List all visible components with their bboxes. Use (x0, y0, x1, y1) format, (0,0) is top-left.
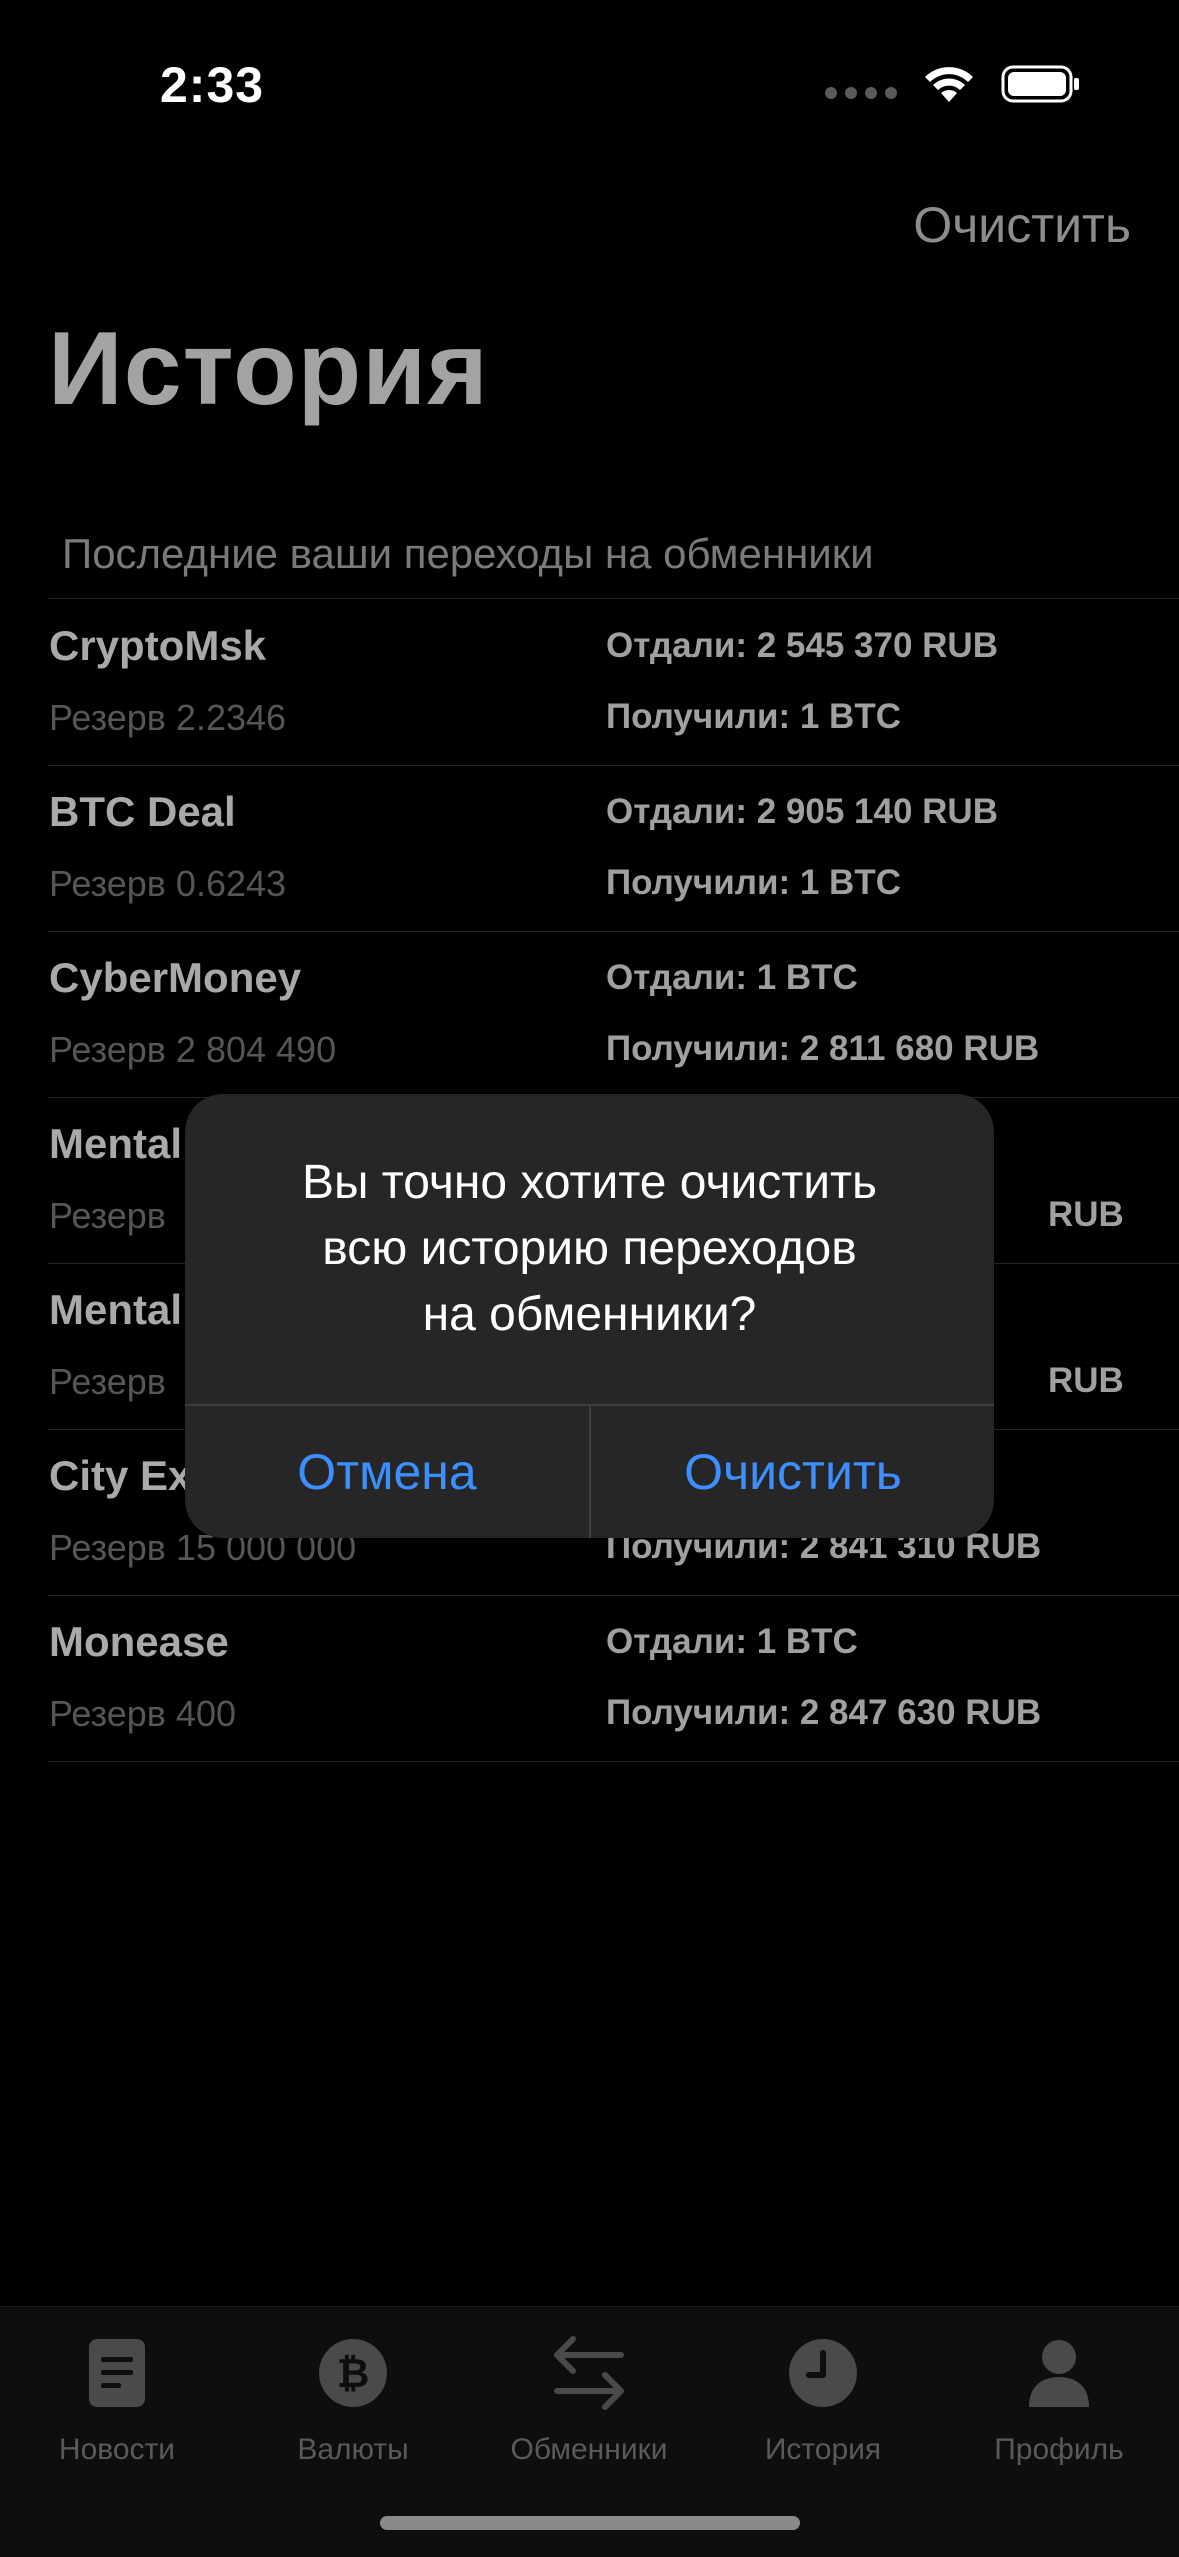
exchanger-name: City Ex (49, 1452, 192, 1499)
amount-given: Отдали: 1 BTC (606, 1622, 858, 1661)
exchanger-name: BTC Deal (49, 788, 236, 835)
exchanger-name: CryptoMsk (49, 622, 267, 669)
alert-message: Вы точно хотите очистить всю историю пер… (301, 1156, 878, 1341)
amount-given: Отдали: 2 905 140 RUB (606, 792, 998, 831)
exchanger-name: Monease (49, 1618, 229, 1665)
exchanger-reserve: Резерв (49, 1195, 166, 1236)
amount-received: RUB (1048, 1195, 1124, 1234)
amount-received: Получили: 1 BTC (606, 863, 901, 902)
tab-label: Валюты (297, 2433, 409, 2466)
bitcoin-icon: ₿ (319, 2339, 387, 2407)
tab-label: Профиль (994, 2433, 1124, 2466)
amount-given: Отдали: 1 BTC (606, 958, 858, 997)
clock-icon (789, 2339, 857, 2407)
tab-history[interactable]: История (708, 2323, 938, 2467)
svg-text:₿: ₿ (337, 2351, 370, 2397)
tab-label: История (764, 2433, 882, 2466)
history-row[interactable]: CryptoMsk Резерв 2.2346 Отдали: 2 545 37… (48, 600, 1179, 766)
confirm-clear-button[interactable]: Очистить (591, 1406, 994, 1538)
exchanger-reserve: Резерв 2.2346 (49, 697, 287, 738)
profile-icon (1029, 2340, 1089, 2407)
clear-history-button[interactable]: Очистить (913, 196, 1131, 254)
tab-label: Новости (58, 2433, 176, 2466)
exchange-arrows-icon (554, 2336, 624, 2410)
tab-label: Обменники (510, 2433, 668, 2466)
amount-received: RUB (1048, 1361, 1124, 1400)
amount-given: Отдали: 2 545 370 RUB (606, 626, 998, 665)
history-row[interactable]: CyberMoney Резерв 2 804 490 Отдали: 1 BT… (48, 932, 1179, 1098)
news-icon (89, 2339, 145, 2407)
tab-profile[interactable]: Профиль (944, 2323, 1174, 2467)
history-row[interactable]: BTC Deal Резерв 0.6243 Отдали: 2 905 140… (48, 766, 1179, 932)
exchanger-reserve: Резерв (49, 1361, 166, 1402)
tab-exchangers[interactable]: Обменники (474, 2323, 704, 2467)
exchanger-name: Mental (49, 1120, 183, 1167)
amount-received: Получили: 2 811 680 RUB (606, 1029, 1040, 1068)
history-screen: 2:33 Очистить История Последние ваши пер… (0, 0, 1179, 2557)
tab-currencies[interactable]: ₿ Валюты (238, 2323, 468, 2467)
section-divider (48, 598, 1179, 599)
exchanger-reserve: Резерв 400 (49, 1693, 236, 1734)
exchanger-name: Mental (49, 1286, 183, 1333)
cancel-button[interactable]: Отмена (185, 1406, 589, 1538)
exchanger-reserve: Резерв 2 804 490 (49, 1029, 337, 1070)
home-indicator[interactable] (380, 2516, 800, 2530)
exchanger-name: CyberMoney (49, 954, 302, 1001)
exchanger-reserve: Резерв 0.6243 (49, 863, 287, 904)
page-title: История (48, 311, 489, 427)
clear-history-alert: Вы точно хотите очистить всю историю пер… (185, 1094, 994, 1538)
amount-received: Получили: 1 BTC (606, 697, 901, 736)
history-row[interactable]: Monease Резерв 400 Отдали: 1 BTC Получил… (48, 1596, 1179, 1762)
tab-news[interactable]: Новости (2, 2323, 232, 2467)
section-header: Последние ваши переходы на обменники (62, 530, 874, 577)
amount-received: Получили: 2 847 630 RUB (606, 1693, 1042, 1732)
